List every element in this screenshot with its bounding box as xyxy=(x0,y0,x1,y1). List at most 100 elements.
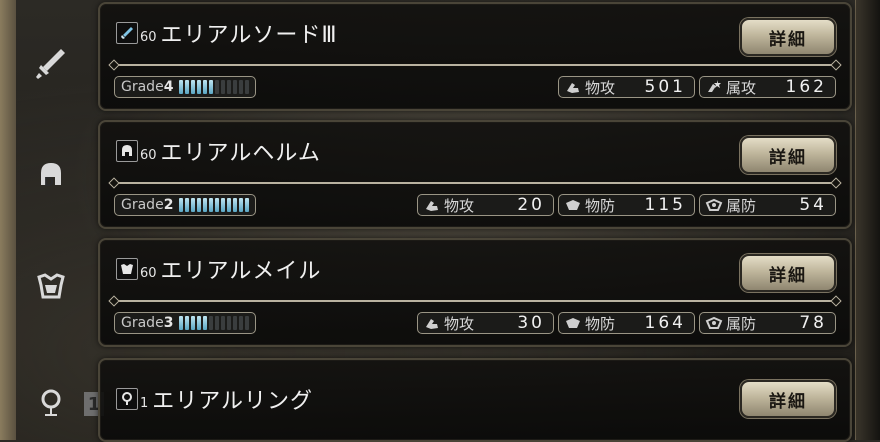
detail-button[interactable]: 詳細 xyxy=(740,380,836,418)
grade-label: Grade xyxy=(121,315,164,331)
grade-bar-segment xyxy=(179,80,184,94)
grade-bar-segment xyxy=(233,198,238,212)
item-title-row: 1 エリアルリング xyxy=(116,384,313,414)
grade-bar-segment xyxy=(197,80,202,94)
grade-bar-segment xyxy=(185,80,190,94)
grade-bar-segment xyxy=(209,316,214,330)
item-level: 60 xyxy=(140,29,157,45)
sidebar-helm-icon[interactable]: D xyxy=(26,150,76,200)
grade-bar-segment xyxy=(221,80,226,94)
grade-bar-segment xyxy=(203,80,208,94)
grade-bar-segment xyxy=(197,316,202,330)
grade-bar-segment xyxy=(227,198,232,212)
grade-bar-segment xyxy=(245,316,250,330)
stat-label: 物攻 xyxy=(444,196,475,215)
grade-bar-segment xyxy=(215,198,220,212)
grade-bar-segment xyxy=(233,316,238,330)
equipment-card-armor[interactable]: 60 エリアルメイル 詳細 Grade 3 物攻 30 物防 164 属防 78 xyxy=(98,238,852,347)
grade-bar-segment xyxy=(233,80,238,94)
sword-icon xyxy=(116,22,138,44)
element-defense-icon xyxy=(704,196,724,214)
stat-value: 115 xyxy=(644,195,686,215)
sidebar-ring-icon[interactable] xyxy=(26,378,76,428)
physical-defense-icon xyxy=(563,314,583,332)
grade-bar-segment xyxy=(185,198,190,212)
grade-bar-segment xyxy=(239,80,244,94)
element-defense-icon xyxy=(704,314,724,332)
stat-list: 物攻 20 物防 115 属防 54 xyxy=(417,194,836,216)
sidebar-sword-icon[interactable] xyxy=(26,38,76,88)
stat-value: 164 xyxy=(644,313,686,333)
equipment-card-ring[interactable]: 1 エリアルリング 詳細 xyxy=(98,358,852,442)
stat-label: 属攻 xyxy=(726,78,757,97)
ring-icon xyxy=(116,388,138,410)
grade-bar-segment xyxy=(191,198,196,212)
equipment-category-sidebar: D 1 xyxy=(16,0,104,440)
grade-indicator: Grade 4 xyxy=(114,76,256,98)
grade-bar-segment xyxy=(179,316,184,330)
item-title-row: 60 エリアルソードⅢ xyxy=(116,18,338,48)
grade-bar-segment xyxy=(179,198,184,212)
grade-indicator: Grade 2 xyxy=(114,194,256,216)
stat-label: 属防 xyxy=(726,196,757,215)
stat-list: 物攻 30 物防 164 属防 78 xyxy=(417,312,836,334)
detail-button[interactable]: 詳細 xyxy=(740,136,836,174)
physical-defense-icon xyxy=(563,196,583,214)
stat-physical-defense: 物防 164 xyxy=(558,312,695,334)
grade-bar-segment xyxy=(185,316,190,330)
item-name: エリアルメイル xyxy=(160,259,322,284)
item-level: 1 xyxy=(140,395,149,411)
grade-bar-segment xyxy=(239,198,244,212)
detail-button[interactable]: 詳細 xyxy=(740,254,836,292)
stat-label: 属防 xyxy=(726,314,757,333)
grade-bar xyxy=(179,198,250,212)
physical-attack-icon xyxy=(422,314,442,332)
stat-label: 物攻 xyxy=(444,314,475,333)
grade-bar-segment xyxy=(209,198,214,212)
grade-bar xyxy=(179,80,250,94)
item-title-row: 60 エリアルメイル xyxy=(116,254,321,284)
grade-bar-segment xyxy=(215,316,220,330)
grade-bar-segment xyxy=(227,316,232,330)
stat-physical-attack: 物攻 20 xyxy=(417,194,554,216)
item-title-row: 60 エリアルヘルム xyxy=(116,136,321,166)
physical-attack-icon xyxy=(422,196,442,214)
grade-bar-segment xyxy=(197,198,202,212)
divider xyxy=(114,182,836,184)
stat-physical-attack: 物攻 501 xyxy=(558,76,695,98)
item-level: 60 xyxy=(140,147,157,163)
detail-button[interactable]: 詳細 xyxy=(740,18,836,56)
helm-icon xyxy=(116,140,138,162)
equipment-card-helm[interactable]: 60 エリアルヘルム 詳細 Grade 2 物攻 20 物防 115 属防 54 xyxy=(98,120,852,229)
divider xyxy=(114,64,836,66)
grade-number: 2 xyxy=(163,197,174,213)
element-attack-icon xyxy=(704,78,724,96)
stat-list: 物攻 501 属攻 162 xyxy=(558,76,836,98)
grade-bar-segment xyxy=(227,80,232,94)
stat-label: 物攻 xyxy=(585,78,616,97)
stat-physical-defense: 物防 115 xyxy=(558,194,695,216)
svg-text:D: D xyxy=(44,175,54,189)
grade-bar-segment xyxy=(203,198,208,212)
stat-label: 物防 xyxy=(585,314,616,333)
stat-value: 54 xyxy=(799,195,827,215)
grade-bar-segment xyxy=(191,316,196,330)
grade-number: 3 xyxy=(163,315,174,331)
sidebar-armor-icon[interactable] xyxy=(26,262,76,312)
grade-indicator: Grade 3 xyxy=(114,312,256,334)
item-name: エリアルリング xyxy=(152,389,314,414)
stat-value: 501 xyxy=(644,77,686,97)
grade-bar-segment xyxy=(245,80,250,94)
stat-value: 162 xyxy=(785,77,827,97)
item-level: 60 xyxy=(140,265,157,281)
grade-label: Grade xyxy=(121,197,164,213)
stat-label: 物防 xyxy=(585,196,616,215)
grade-bar-segment xyxy=(221,198,226,212)
equipment-card-sword[interactable]: 60 エリアルソードⅢ 詳細 Grade 4 物攻 501 属攻 162 xyxy=(98,2,852,111)
grade-label: Grade xyxy=(121,79,164,95)
grade-bar-segment xyxy=(209,80,214,94)
grade-number: 4 xyxy=(163,79,174,95)
grade-bar-segment xyxy=(191,80,196,94)
stat-value: 78 xyxy=(799,313,827,333)
right-frame xyxy=(855,0,880,440)
